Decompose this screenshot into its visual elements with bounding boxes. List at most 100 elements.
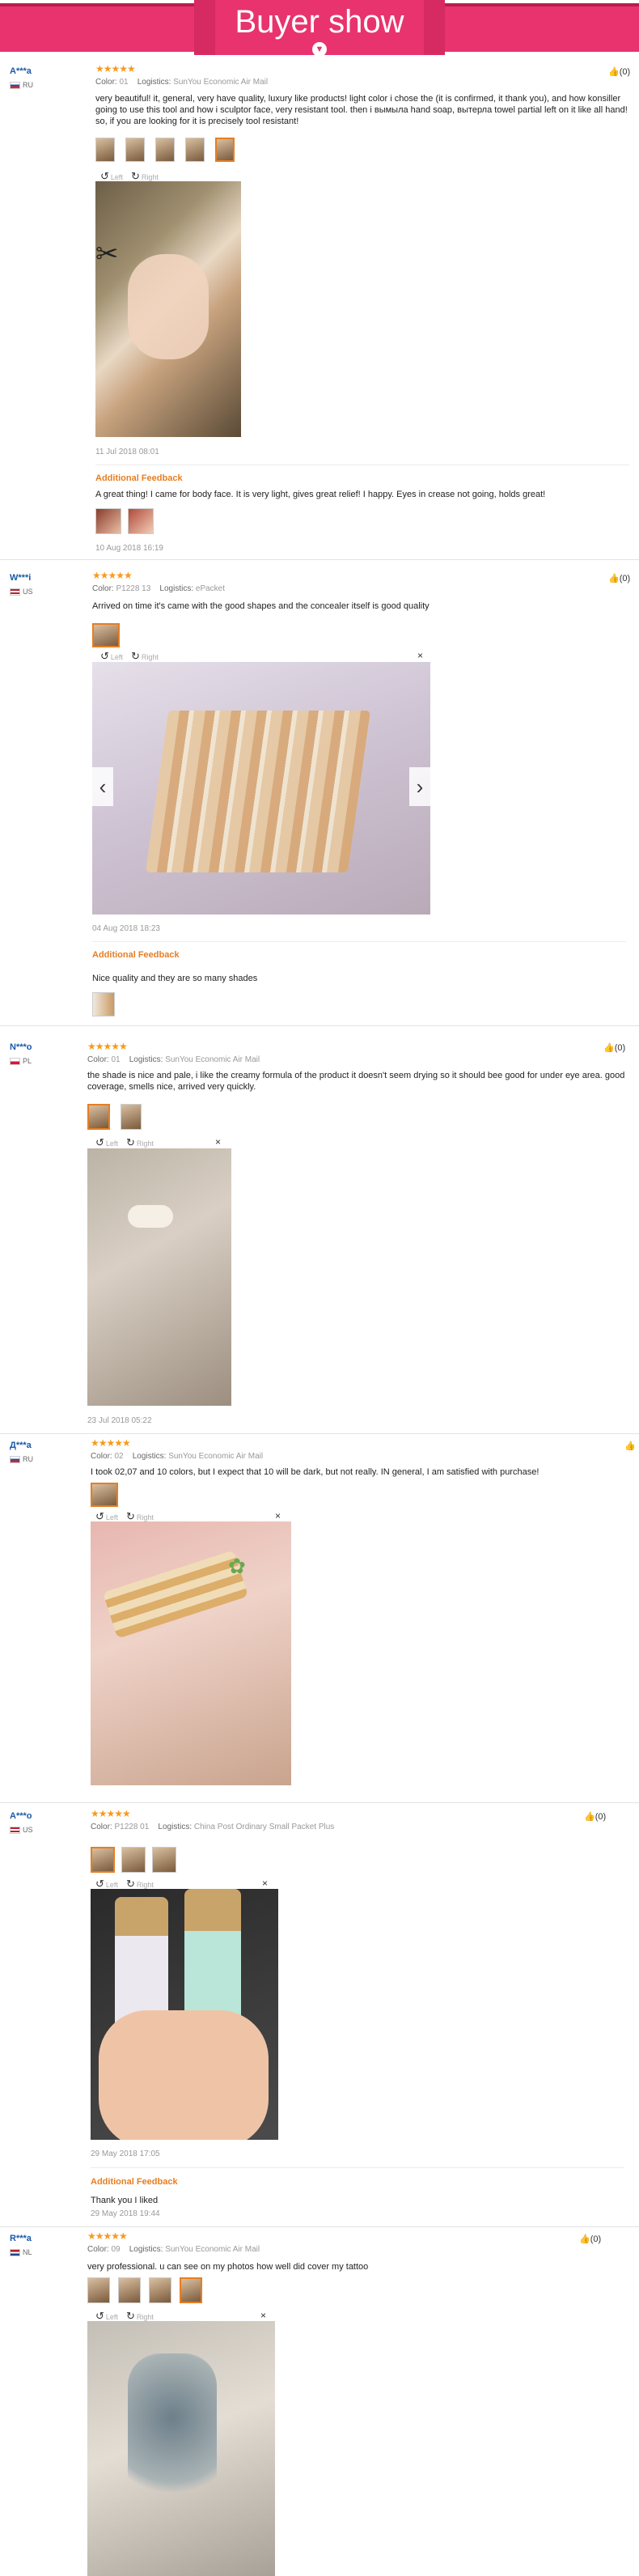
rotate-right-icon[interactable]: ↻ bbox=[126, 1136, 135, 1148]
additional-feedback-text: Nice quality and they are so many shades bbox=[92, 974, 258, 983]
flag-icon bbox=[10, 1058, 20, 1066]
rotate-left-icon[interactable]: ↺ bbox=[95, 2310, 104, 2322]
review-item: N***o PL ★★★★★ Color: 01 Logistics: SunY… bbox=[0, 1031, 639, 1434]
close-icon[interactable]: × bbox=[260, 2310, 266, 2321]
flag-icon bbox=[10, 2249, 20, 2257]
review-meta: Color: 01 Logistics: SunYou Economic Air… bbox=[95, 78, 269, 87]
review-meta: Color: P1228 01 Logistics: China Post Or… bbox=[91, 1823, 335, 1831]
review-item: W***i US ★★★★★ Color: P1228 13 Logistics… bbox=[0, 565, 639, 1026]
review-meta: Color: P1228 13 Logistics: ePacket bbox=[92, 584, 226, 593]
photo-thumbnail[interactable] bbox=[149, 2277, 171, 2303]
rating-stars: ★★★★★ bbox=[95, 63, 136, 74]
additional-feedback-date: 10 Aug 2018 16:19 bbox=[95, 544, 163, 553]
chevron-down-icon[interactable]: ▼ bbox=[312, 42, 327, 57]
review-photo[interactable] bbox=[87, 2321, 275, 2576]
review-text: very professional. u can see on my photo… bbox=[87, 2262, 369, 2272]
rotate-left-icon[interactable]: ↺ bbox=[95, 1878, 104, 1890]
thumbs-up-icon: 👍 bbox=[579, 2234, 590, 2244]
reviewer-name[interactable]: R***a bbox=[10, 2234, 32, 2243]
flag-icon bbox=[10, 1827, 20, 1835]
review-meta: Color: 02 Logistics: SunYou Economic Air… bbox=[91, 1452, 264, 1461]
like-button[interactable]: 👍 bbox=[624, 1441, 636, 1451]
photo-thumbnail[interactable] bbox=[185, 138, 205, 162]
close-icon[interactable]: × bbox=[417, 650, 423, 661]
like-button[interactable]: 👍(0) bbox=[608, 573, 630, 584]
divider bbox=[92, 941, 626, 942]
review-text: very beautiful! it, general, very have q… bbox=[95, 94, 628, 126]
reviewer-country: NL bbox=[10, 2248, 32, 2257]
rotate-right-icon[interactable]: ↻ bbox=[126, 1878, 135, 1890]
photo-thumbnail[interactable] bbox=[180, 2277, 202, 2303]
photo-thumbnail[interactable] bbox=[92, 623, 120, 647]
photo-thumbnails bbox=[91, 1847, 176, 1873]
review-text: the shade is nice and pale, i like the c… bbox=[87, 1071, 625, 1092]
photo-thumbnail[interactable] bbox=[155, 138, 175, 162]
photo-thumbnails bbox=[95, 138, 235, 162]
reviewer-country: PL bbox=[10, 1057, 32, 1066]
additional-feedback-title: Additional Feedback bbox=[91, 2177, 178, 2187]
review-photo[interactable]: ✂ bbox=[95, 181, 241, 437]
rotate-left-icon[interactable]: ↺ bbox=[95, 1136, 104, 1148]
review-item: A***a RU ★★★★★ Color: 01 Logistics: SunY… bbox=[0, 60, 639, 560]
like-button[interactable]: 👍(0) bbox=[584, 1811, 606, 1822]
rotate-left-icon[interactable]: ↺ bbox=[100, 170, 109, 182]
review-photo[interactable] bbox=[87, 1148, 231, 1406]
rating-stars: ★★★★★ bbox=[92, 570, 133, 581]
additional-photo-thumbnails bbox=[92, 992, 115, 1016]
review-meta: Color: 09 Logistics: SunYou Economic Air… bbox=[87, 2245, 260, 2254]
reviewer-name[interactable]: A***o bbox=[10, 1811, 32, 1821]
flower-icon: ✿ bbox=[228, 1554, 246, 1578]
close-icon[interactable]: × bbox=[215, 1136, 221, 1148]
flag-icon bbox=[10, 1456, 20, 1464]
photo-thumbnail[interactable] bbox=[128, 508, 154, 534]
review-date: 23 Jul 2018 05:22 bbox=[87, 1416, 152, 1425]
additional-feedback-date: 29 May 2018 19:44 bbox=[91, 2209, 160, 2218]
close-icon[interactable]: × bbox=[262, 1878, 268, 1889]
photo-thumbnail[interactable] bbox=[121, 1847, 146, 1873]
photo-thumbnail[interactable] bbox=[95, 138, 115, 162]
next-photo-button[interactable]: › bbox=[409, 767, 430, 806]
reviewer-name[interactable]: N***o bbox=[10, 1042, 32, 1052]
photo-thumbnail[interactable] bbox=[152, 1847, 176, 1873]
reviewer-country: RU bbox=[10, 1455, 33, 1464]
rotate-left-icon[interactable]: ↺ bbox=[100, 650, 109, 662]
review-photo[interactable]: ✿ bbox=[91, 1521, 291, 1785]
thumbs-up-icon: 👍 bbox=[584, 1812, 595, 1822]
photo-thumbnail[interactable] bbox=[215, 138, 235, 162]
review-date: 11 Jul 2018 08:01 bbox=[95, 448, 159, 456]
photo-thumbnail[interactable] bbox=[95, 508, 121, 534]
reviewer-name[interactable]: Д***а bbox=[10, 1441, 32, 1450]
buyer-show-banner: Buyer show ▼ bbox=[0, 0, 639, 57]
close-icon[interactable]: × bbox=[275, 1510, 281, 1521]
rotate-right-icon[interactable]: ↻ bbox=[126, 1510, 135, 1522]
rotate-right-icon[interactable]: ↻ bbox=[131, 170, 140, 182]
like-button[interactable]: 👍(0) bbox=[603, 1042, 625, 1053]
review-text: Arrived on time it's came with the good … bbox=[92, 601, 430, 611]
rotate-controls: ↺ Left ↻ Right bbox=[95, 1136, 154, 1148]
flag-icon bbox=[10, 82, 20, 90]
reviewer-country: US bbox=[10, 1826, 33, 1835]
like-button[interactable]: 👍(0) bbox=[608, 66, 630, 77]
photo-thumbnail[interactable] bbox=[118, 2277, 141, 2303]
scissors-icon: ✂ bbox=[95, 239, 119, 269]
review-photo[interactable] bbox=[92, 662, 430, 915]
photo-thumbnail[interactable] bbox=[87, 2277, 110, 2303]
rotate-right-icon[interactable]: ↻ bbox=[126, 2310, 135, 2322]
photo-thumbnail[interactable] bbox=[91, 1847, 115, 1873]
photo-thumbnail[interactable] bbox=[91, 1483, 118, 1507]
rotate-left-icon[interactable]: ↺ bbox=[95, 1510, 104, 1522]
reviewer-name[interactable]: A***a bbox=[10, 66, 32, 76]
photo-thumbnail[interactable] bbox=[92, 992, 115, 1016]
like-button[interactable]: 👍(0) bbox=[579, 2234, 601, 2244]
rotate-controls: ↺ Left ↻ Right bbox=[100, 650, 159, 662]
photo-thumbnail[interactable] bbox=[121, 1104, 142, 1130]
photo-thumbnail[interactable] bbox=[125, 138, 145, 162]
photo-thumbnail[interactable] bbox=[87, 1104, 110, 1130]
reviewer-name[interactable]: W***i bbox=[10, 573, 31, 583]
prev-photo-button[interactable]: ‹ bbox=[92, 767, 113, 806]
rotate-right-icon[interactable]: ↻ bbox=[131, 650, 140, 662]
thumbs-up-icon: 👍 bbox=[608, 67, 620, 77]
rating-stars: ★★★★★ bbox=[91, 1808, 131, 1819]
review-photo[interactable] bbox=[91, 1889, 278, 2140]
review-date: 04 Aug 2018 18:23 bbox=[92, 924, 160, 933]
